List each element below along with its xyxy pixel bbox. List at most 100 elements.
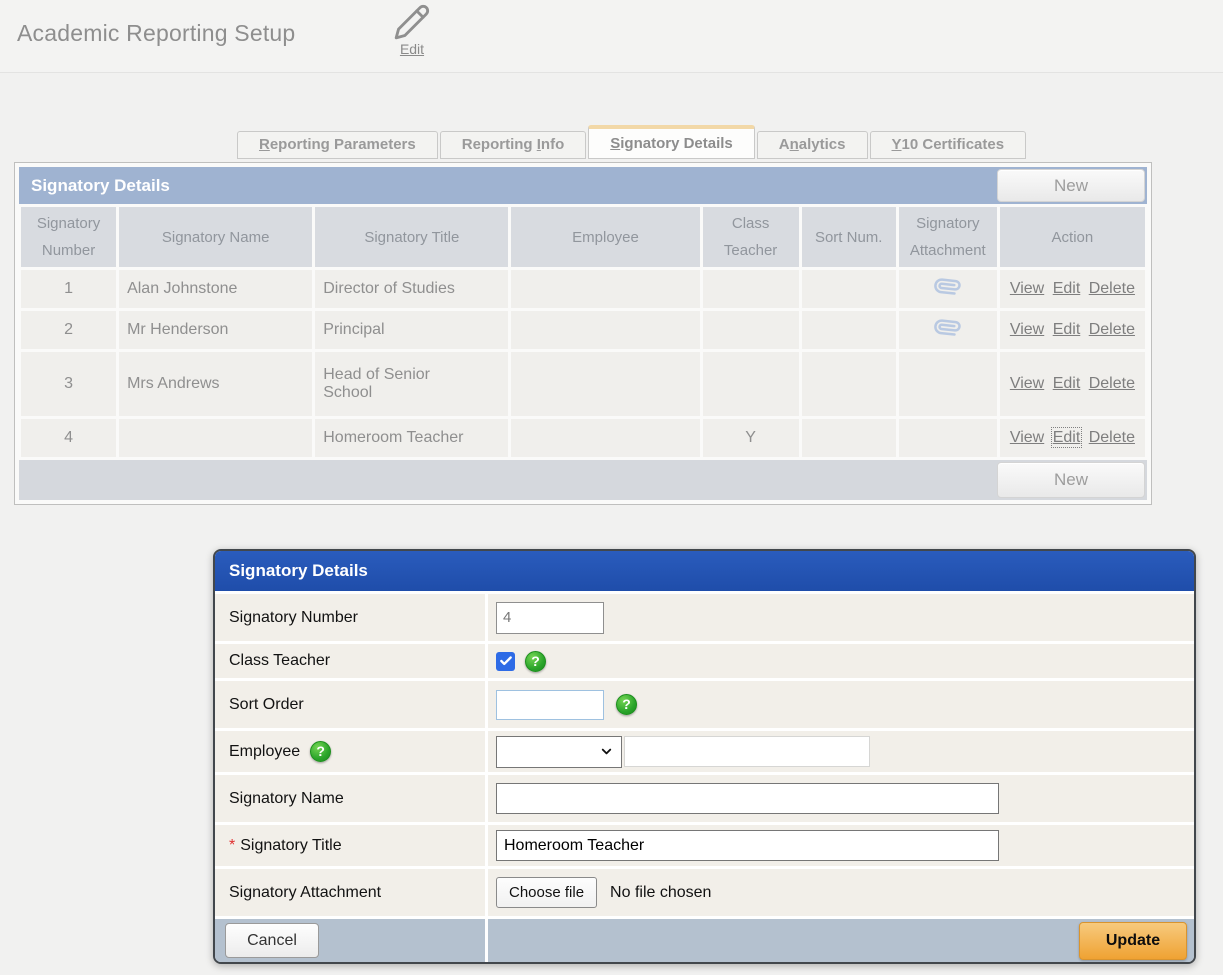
delete-link[interactable]: Delete: [1089, 375, 1135, 392]
signatory-attachment-label: Signatory Attachment: [215, 869, 485, 916]
chevron-down-icon: [599, 744, 614, 759]
cell-sort-num: [802, 270, 896, 308]
cell-employee: [511, 270, 699, 308]
cell-attachment: [899, 352, 997, 416]
edit-link[interactable]: Edit: [1053, 321, 1081, 338]
col-signatory-name: Signatory Name: [119, 207, 312, 267]
cell-class-teacher: Y: [703, 419, 799, 457]
table-footer-bar: New: [19, 460, 1147, 500]
table-row: 4 Homeroom Teacher Y View Edit Delete: [21, 419, 1145, 457]
cell-number: 1: [21, 270, 116, 308]
table-title-bar: Signatory Details New: [19, 167, 1147, 204]
cell-sort-num: [802, 311, 896, 349]
form-title: Signatory Details: [215, 551, 1194, 591]
tab-y10-certificates[interactable]: Y10 Certificates: [870, 131, 1027, 159]
cell-title: Director of Studies: [315, 270, 508, 308]
delete-link[interactable]: Delete: [1089, 280, 1135, 297]
page-edit-label: Edit: [384, 41, 440, 57]
col-signatory-number: Signatory Number: [21, 207, 116, 267]
cell-employee: [511, 352, 699, 416]
file-status-text: No file chosen: [610, 884, 711, 902]
employee-select[interactable]: [496, 736, 622, 768]
tab-reporting-parameters[interactable]: Reporting Parameters: [237, 131, 438, 159]
pencil-icon: [384, 3, 440, 41]
new-signatory-button-top[interactable]: New: [997, 169, 1145, 202]
form-row-signatory-number: Signatory Number: [215, 594, 1194, 641]
signatory-form-panel: Signatory Details Signatory Number Class…: [213, 549, 1196, 964]
paperclip-icon[interactable]: [935, 315, 960, 345]
view-link[interactable]: View: [1010, 321, 1044, 338]
class-teacher-label: Class Teacher: [215, 644, 485, 678]
cell-attachment: [899, 270, 997, 308]
view-link[interactable]: View: [1010, 429, 1044, 446]
update-button[interactable]: Update: [1079, 922, 1187, 960]
tab-reporting-info[interactable]: Reporting Info: [440, 131, 587, 159]
employee-readonly-field: [624, 736, 870, 767]
edit-link[interactable]: Edit: [1053, 429, 1081, 446]
delete-link[interactable]: Delete: [1089, 321, 1135, 338]
required-marker: *: [229, 837, 235, 855]
top-bar: Academic Reporting Setup Edit: [0, 0, 1223, 73]
cell-actions: View Edit Delete: [1000, 352, 1145, 416]
employee-label: Employee ?: [215, 731, 485, 772]
edit-link[interactable]: Edit: [1053, 280, 1081, 297]
form-row-signatory-name: Signatory Name: [215, 775, 1194, 822]
cell-class-teacher: [703, 352, 799, 416]
cell-number: 4: [21, 419, 116, 457]
col-signatory-attachment: Signatory Attachment: [899, 207, 997, 267]
signatory-table-panel: Signatory Details New Signatory Number S…: [14, 162, 1152, 505]
form-row-signatory-title: * Signatory Title: [215, 825, 1194, 866]
signatory-number-input[interactable]: [496, 602, 604, 634]
signatory-table: Signatory Number Signatory Name Signator…: [18, 204, 1148, 460]
page-edit-button[interactable]: Edit: [384, 3, 440, 57]
view-link[interactable]: View: [1010, 280, 1044, 297]
cell-actions: View Edit Delete: [1000, 270, 1145, 308]
cell-employee: [511, 311, 699, 349]
tab-analytics[interactable]: Analytics: [757, 131, 868, 159]
tab-signatory-details[interactable]: Signatory Details: [588, 125, 755, 159]
table-row: 2 Mr Henderson Principal View Edit Delet…: [21, 311, 1145, 349]
form-row-class-teacher: Class Teacher ?: [215, 644, 1194, 678]
question-mark-icon[interactable]: ?: [525, 651, 546, 672]
cell-sort-num: [802, 419, 896, 457]
new-signatory-button-bottom[interactable]: New: [997, 462, 1145, 498]
table-header-row: Signatory Number Signatory Name Signator…: [21, 207, 1145, 267]
question-mark-icon[interactable]: ?: [310, 741, 331, 762]
table-title: Signatory Details: [31, 176, 170, 196]
cell-name: Mrs Andrews: [119, 352, 312, 416]
signatory-name-input[interactable]: [496, 783, 999, 814]
cell-title: Head of Senior School: [315, 352, 508, 416]
sort-order-input[interactable]: [496, 690, 604, 720]
signatory-number-label: Signatory Number: [215, 594, 485, 641]
cell-title: Principal: [315, 311, 508, 349]
form-row-employee: Employee ?: [215, 731, 1194, 772]
signatory-title-input[interactable]: [496, 830, 999, 861]
cell-name: [119, 419, 312, 457]
table-row: 3 Mrs Andrews Head of Senior School View…: [21, 352, 1145, 416]
choose-file-button[interactable]: Choose file: [496, 877, 597, 908]
col-employee: Employee: [511, 207, 699, 267]
form-row-sort-order: Sort Order ?: [215, 681, 1194, 728]
col-class-teacher: Class Teacher: [703, 207, 799, 267]
question-mark-icon[interactable]: ?: [616, 694, 637, 715]
col-signatory-title: Signatory Title: [315, 207, 508, 267]
form-footer-bar: Cancel Update: [215, 919, 1194, 962]
cell-employee: [511, 419, 699, 457]
delete-link[interactable]: Delete: [1089, 429, 1135, 446]
cancel-button[interactable]: Cancel: [225, 923, 319, 958]
class-teacher-checkbox[interactable]: [496, 652, 515, 671]
cell-class-teacher: [703, 311, 799, 349]
checkmark-icon: [499, 654, 513, 668]
edit-link[interactable]: Edit: [1053, 375, 1081, 392]
view-link[interactable]: View: [1010, 375, 1044, 392]
signatory-name-label: Signatory Name: [215, 775, 485, 822]
form-row-signatory-attachment: Signatory Attachment Choose file No file…: [215, 869, 1194, 916]
col-sort-num: Sort Num.: [802, 207, 896, 267]
cell-attachment: [899, 311, 997, 349]
col-action: Action: [1000, 207, 1145, 267]
paperclip-icon[interactable]: [935, 274, 960, 304]
tab-bar: Reporting Parameters Reporting Info Sign…: [237, 125, 1223, 159]
cell-title: Homeroom Teacher: [315, 419, 508, 457]
cell-class-teacher: [703, 270, 799, 308]
cell-number: 3: [21, 352, 116, 416]
